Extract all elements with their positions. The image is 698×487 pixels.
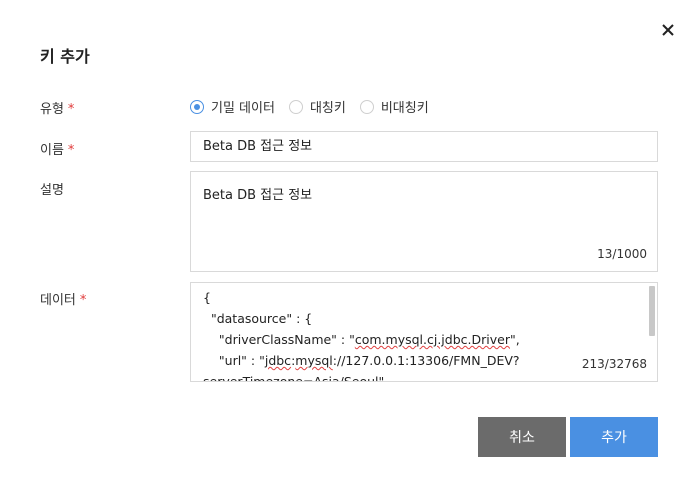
code-line: serverTimezone=Asia/Seoul",: [203, 374, 389, 382]
code-line: "url" : "jdbc:mysql://127.0.0.1:13306/FM…: [203, 353, 520, 368]
spellcheck-text: mysql: [295, 353, 333, 368]
radio-unselected-icon: [359, 99, 374, 114]
radio-label: 기밀 데이터: [211, 101, 275, 116]
data-counter: 213/32768: [581, 357, 647, 371]
radio-unselected-icon: [288, 99, 303, 114]
required-mark: *: [67, 143, 75, 158]
cancel-button[interactable]: 취소: [478, 417, 566, 457]
dialog-title: 키 추가: [40, 47, 90, 66]
radio-label: 대칭키: [309, 101, 346, 116]
code-line: "driverClassName" : "com.mysql.cj.jdbc.D…: [203, 332, 520, 347]
data-scrollbar[interactable]: [649, 286, 655, 336]
description-counter: 13/1000: [597, 247, 647, 261]
name-input[interactable]: Beta DB 접근 정보: [190, 131, 658, 162]
description-label: 설명: [40, 183, 64, 198]
radio-symmetric-key[interactable]: 대칭키: [288, 97, 346, 116]
radio-selected-icon: [190, 99, 204, 114]
description-textarea[interactable]: Beta DB 접근 정보 13/1000: [190, 171, 658, 272]
data-label: 데이터 *: [40, 293, 87, 308]
code-line: {: [203, 290, 211, 305]
spellcheck-text: com.mysql.cj.jdbc.Driver: [354, 332, 510, 347]
code-line: "datasource" : {: [203, 311, 313, 326]
type-label: 유형 *: [40, 102, 75, 117]
radio-confidential-data[interactable]: 기밀 데이터: [190, 97, 275, 116]
name-label: 이름 *: [40, 143, 75, 158]
radio-label: 비대칭키: [380, 101, 429, 116]
add-button[interactable]: 추가: [570, 417, 658, 457]
required-mark: *: [67, 102, 75, 117]
spellcheck-text: jdbc: [264, 353, 292, 368]
description-text: Beta DB 접근 정보: [203, 188, 313, 203]
radio-asymmetric-key[interactable]: 비대칭키: [359, 97, 429, 116]
type-radio-group: 기밀 데이터 대칭키 비대칭키: [190, 97, 443, 116]
add-key-dialog: 키 추가 유형 * 기밀 데이터 대칭키 비대칭키 이름 * Beta DB 접근 …: [0, 0, 698, 487]
data-textarea[interactable]: { "datasource" : { "driverClassName" : "…: [190, 282, 658, 382]
close-icon[interactable]: [656, 18, 680, 42]
required-mark: *: [79, 293, 87, 308]
